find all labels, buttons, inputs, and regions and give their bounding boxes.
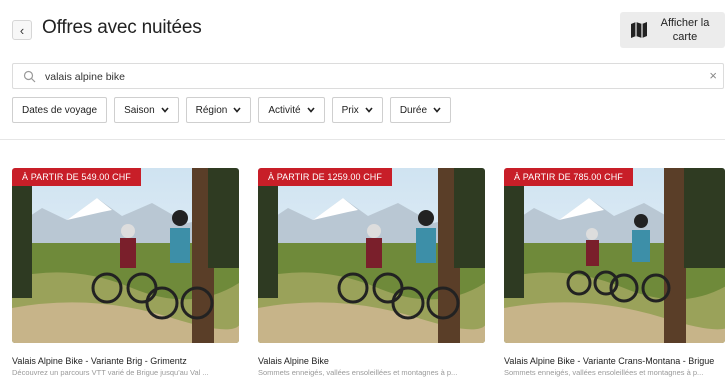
close-icon[interactable]: × (709, 68, 717, 83)
page-header: ‹ Offres avec nuitées Afficher la carte (0, 6, 725, 54)
filter-price[interactable]: Prix (331, 97, 383, 123)
offer-title[interactable]: Valais Alpine Bike - Variante Brig - Gri… (12, 356, 187, 366)
offer-image[interactable]: À PARTIR DE 785.00 CHF (504, 168, 725, 343)
search-bar: × (12, 63, 724, 89)
price-badge: À PARTIR DE 549.00 CHF (12, 168, 141, 186)
show-map-label: Afficher la carte (660, 17, 710, 43)
back-button[interactable]: ‹ (12, 20, 32, 40)
filter-dates[interactable]: Dates de voyage (12, 97, 108, 123)
chevron-left-icon: ‹ (19, 22, 25, 38)
chevron-down-icon (433, 107, 441, 113)
filter-region[interactable]: Région (185, 97, 252, 123)
divider (0, 139, 725, 140)
filter-duration[interactable]: Durée (389, 97, 452, 123)
mountain-bike-photo (12, 168, 239, 343)
offer-image[interactable]: À PARTIR DE 549.00 CHF (12, 168, 239, 343)
filter-season[interactable]: Saison (114, 97, 179, 123)
chevron-down-icon (365, 107, 373, 113)
offer-title[interactable]: Valais Alpine Bike (258, 356, 329, 366)
search-icon (23, 70, 36, 83)
offer-card[interactable]: À PARTIR DE 785.00 CHF Valais Alpine Bik… (504, 168, 725, 379)
offer-description: Sommets enneigés, vallées ensoleillées e… (258, 368, 458, 377)
chevron-down-icon (161, 107, 169, 113)
map-icon (631, 22, 647, 38)
page-title: Offres avec nuitées (42, 17, 202, 38)
offer-description: Découvrez un parcours VTT varié de Brigu… (12, 368, 209, 377)
offer-image[interactable]: À PARTIR DE 1259.00 CHF (258, 168, 485, 343)
search-input[interactable] (45, 68, 645, 85)
offer-card[interactable]: À PARTIR DE 549.00 CHF Valais Alpine Bik… (12, 168, 239, 379)
show-map-button[interactable]: Afficher la carte (620, 12, 725, 48)
chevron-down-icon (233, 107, 241, 113)
mountain-bike-photo (258, 168, 485, 343)
price-badge: À PARTIR DE 1259.00 CHF (258, 168, 393, 186)
chevron-down-icon (306, 107, 315, 113)
price-badge: À PARTIR DE 785.00 CHF (504, 168, 633, 186)
offer-title[interactable]: Valais Alpine Bike - Variante Crans-Mont… (504, 356, 714, 366)
offer-description: Sommets enneigés, vallées ensoleillées e… (504, 368, 704, 377)
filter-bar: Dates de voyage Saison Région Activité P… (12, 97, 452, 123)
offer-card[interactable]: À PARTIR DE 1259.00 CHF Valais Alpine Bi… (258, 168, 485, 379)
mountain-bike-photo (504, 168, 725, 343)
filter-activity[interactable]: Activité (258, 97, 325, 123)
